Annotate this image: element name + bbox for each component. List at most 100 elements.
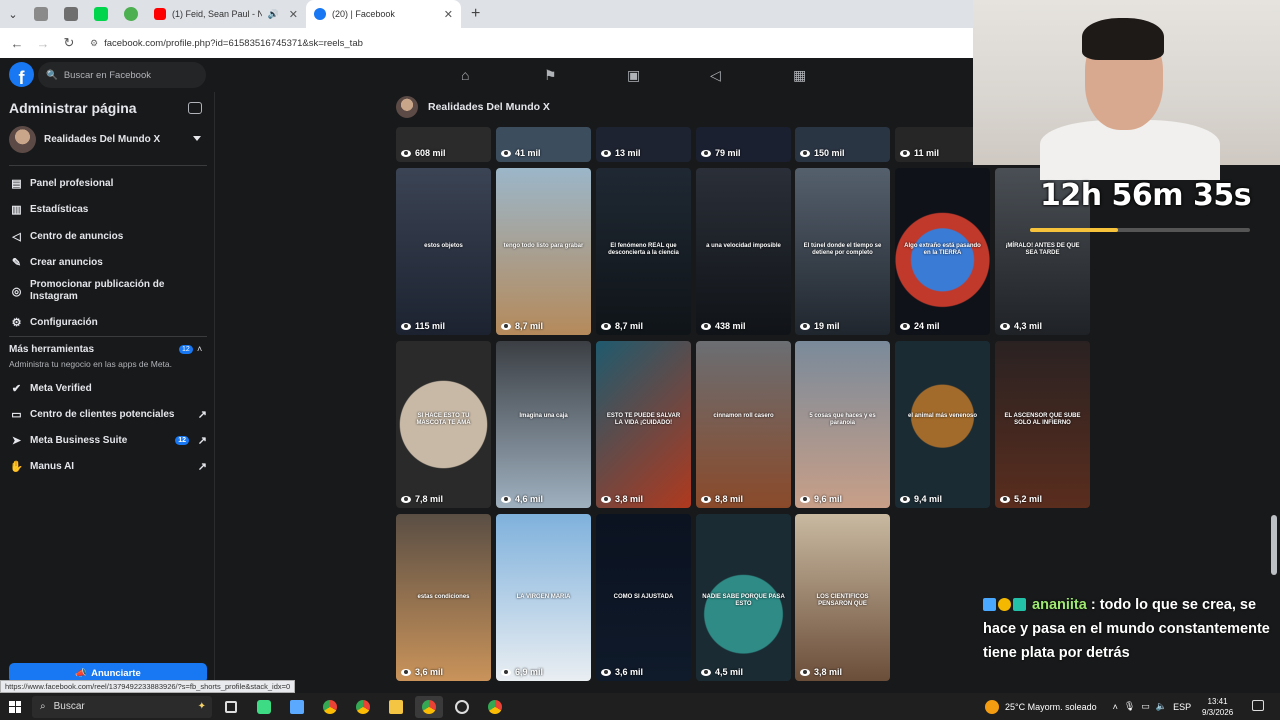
- reel-view-count: 79 mil: [701, 148, 741, 158]
- reel-thumbnail[interactable]: 608 mil: [396, 127, 491, 162]
- leads-icon: ▭: [11, 409, 22, 421]
- reel-thumbnail[interactable]: LA VIRGEN MARIA 6,9 mil: [496, 514, 591, 681]
- chevron-down-icon[interactable]: [193, 136, 201, 141]
- reel-thumbnail[interactable]: el animal más venenoso 9,4 mil: [895, 341, 990, 508]
- view-count-text: 4,3 mil: [1014, 321, 1043, 331]
- sidebar-item-meta-verified[interactable]: ✔ Meta Verified: [9, 381, 207, 396]
- reel-caption: estas condiciones: [417, 594, 470, 600]
- app-icon[interactable]: [283, 696, 311, 718]
- reel-view-count: 608 mil: [401, 148, 446, 158]
- sidebar-item-business-suite[interactable]: ➤ Meta Business Suite 12 ↗: [9, 433, 207, 448]
- chevron-up-icon[interactable]: ˄: [1113, 702, 1118, 712]
- reel-thumbnail[interactable]: estas condiciones 3,6 mil: [396, 514, 491, 681]
- sidebar-item-manus-ai[interactable]: ✋ Manus AI ↗: [9, 459, 207, 474]
- sidebar-item-promote-instagram[interactable]: ◎ Promocionar publicación de Instagram: [9, 279, 207, 303]
- more-tools-subtitle: Administra tu negocio en las apps de Met…: [9, 359, 173, 369]
- megaphone-icon[interactable]: ◁: [704, 64, 787, 86]
- app-icon[interactable]: [250, 696, 278, 718]
- taskbar-clock[interactable]: 13:41 9/3/2026: [1202, 696, 1233, 718]
- folder-icon[interactable]: [382, 696, 410, 718]
- reel-thumbnail[interactable]: estos objetos 115 mil: [396, 168, 491, 335]
- reel-thumbnail[interactable]: COMO SI AJUSTADA 3,6 mil: [596, 514, 691, 681]
- view-count-text: 150 mil: [814, 148, 845, 158]
- video-icon[interactable]: ▣: [621, 64, 704, 86]
- new-tab-button[interactable]: +: [461, 5, 490, 23]
- sidebar-item-settings[interactable]: ⚙ Configuración: [9, 315, 207, 330]
- view-count-text: 24 mil: [914, 321, 940, 331]
- sidebar-item-create-ads[interactable]: ✎ Crear anuncios: [9, 255, 207, 270]
- task-view-icon[interactable]: [217, 696, 245, 718]
- reel-thumbnail[interactable]: 13 mil: [596, 127, 691, 162]
- chevron-up-icon[interactable]: ˄: [197, 344, 202, 354]
- eye-icon: [900, 149, 910, 157]
- obs-icon[interactable]: [448, 696, 476, 718]
- chrome-icon[interactable]: [316, 696, 344, 718]
- reel-thumbnail[interactable]: SI HACE ESTO TU MASCOTA TE AMA 7,8 mil: [396, 341, 491, 508]
- reel-thumbnail[interactable]: Imagina una caja 4,6 mil: [496, 341, 591, 508]
- reel-thumbnail[interactable]: El fenómeno REAL que desconcierta a la c…: [596, 168, 691, 335]
- url-field[interactable]: ⚙ facebook.com/profile.php?id=6158351674…: [90, 32, 363, 54]
- tab-facebook[interactable]: (20) | Facebook ✕: [306, 0, 461, 28]
- reels-page-header: Realidades Del Mundo X: [396, 96, 550, 118]
- notifications-icon[interactable]: [1252, 700, 1264, 711]
- microphone-icon[interactable]: 🎙: [1124, 701, 1135, 712]
- reel-thumbnail[interactable]: ESTO TE PUEDE SALVAR LA VIDA ¡CUIDADO! 3,…: [596, 341, 691, 508]
- sidebar-item-ad-center[interactable]: ◁ Centro de anuncios: [9, 229, 207, 244]
- taskbar-search[interactable]: ⌕ Buscar ✦: [32, 695, 212, 718]
- reel-thumbnail[interactable]: El túnel donde el tiempo se detiene por …: [795, 168, 890, 335]
- facebook-search-input[interactable]: 🔍 Buscar en Facebook: [38, 62, 206, 88]
- sidebar-item-leads-center[interactable]: ▭ Centro de clientes potenciales ↗: [9, 407, 207, 422]
- flag-icon[interactable]: ⚑: [538, 64, 621, 86]
- tab-youtube[interactable]: (1) Feid, Sean Paul - Niña B... 🔊 ✕: [146, 0, 306, 28]
- reel-thumbnail[interactable]: 41 mil: [496, 127, 591, 162]
- tab-search-icon[interactable]: ⌄: [0, 0, 26, 28]
- pinned-tab[interactable]: [86, 0, 116, 28]
- reel-thumbnail[interactable]: NADIE SABE PORQUE PASA ESTO 4,5 mil: [696, 514, 791, 681]
- reload-icon[interactable]: ↻: [58, 32, 80, 54]
- page-switcher[interactable]: Realidades Del Mundo X: [9, 126, 160, 153]
- reel-caption: cinnamon roll casero: [713, 413, 774, 419]
- home-icon[interactable]: ⌂: [455, 64, 538, 86]
- facebook-logo[interactable]: f: [9, 62, 34, 87]
- back-icon[interactable]: ←: [6, 32, 28, 54]
- search-icon: ⌕: [40, 701, 46, 712]
- chrome-icon[interactable]: [415, 695, 443, 718]
- pinned-tab[interactable]: [116, 0, 146, 28]
- scrollbar-thumb[interactable]: [1271, 515, 1277, 575]
- sidebar-item-panel[interactable]: ▤ Panel profesional: [9, 176, 207, 191]
- stats-icon: ▥: [11, 204, 22, 216]
- eye-icon: [401, 495, 411, 503]
- marketplace-icon[interactable]: ▦: [787, 64, 870, 86]
- volume-icon[interactable]: 🔈: [1156, 701, 1167, 712]
- sidebar-item-stats[interactable]: ▥ Estadísticas: [9, 202, 207, 217]
- reel-thumbnail[interactable]: 79 mil: [696, 127, 791, 162]
- pinned-tab[interactable]: [56, 0, 86, 28]
- reel-thumbnail[interactable]: tengo todo listo para grabar 8,7 mil: [496, 168, 591, 335]
- search-icon: 🔍: [46, 69, 58, 81]
- more-tools-heading[interactable]: Más herramientas: [9, 344, 94, 355]
- chrome-icon[interactable]: [349, 696, 377, 718]
- chrome-icon[interactable]: [481, 696, 509, 718]
- reel-thumbnail[interactable]: EL ASCENSOR QUE SUBE SOLO AL INFIERNO 5,2…: [995, 341, 1090, 508]
- page-name[interactable]: Realidades Del Mundo X: [428, 101, 550, 113]
- taskbar-search-label: Buscar: [53, 701, 85, 712]
- forward-icon[interactable]: →: [32, 32, 54, 54]
- start-button[interactable]: [0, 700, 30, 713]
- network-icon[interactable]: ▭: [1141, 701, 1150, 712]
- language-indicator[interactable]: ESP: [1173, 702, 1191, 712]
- site-info-icon[interactable]: ⚙: [90, 38, 98, 49]
- weather-text[interactable]: 25°C Mayorm. soleado: [1005, 702, 1097, 712]
- tab-close-icon[interactable]: ✕: [444, 8, 453, 21]
- reel-thumbnail[interactable]: Algo extraño está pasando en la TIERRA 24…: [895, 168, 990, 335]
- reel-thumbnail[interactable]: cinnamon roll casero 8,8 mil: [696, 341, 791, 508]
- tab-close-icon[interactable]: ✕: [289, 8, 298, 21]
- speaker-icon[interactable]: 🔊: [268, 9, 279, 20]
- collapse-sidebar-icon[interactable]: [188, 102, 202, 114]
- page-avatar[interactable]: [396, 96, 418, 118]
- reel-thumbnail[interactable]: 5 cosas que haces y es paranoia 9,6 mil: [795, 341, 890, 508]
- reel-thumbnail[interactable]: 150 mil: [795, 127, 890, 162]
- reel-thumbnail[interactable]: LOS CIENTIFICOS PENSARON QUE 3,8 mil: [795, 514, 890, 681]
- business-suite-icon: ➤: [11, 435, 22, 447]
- reel-thumbnail[interactable]: a una velocidad imposible 438 mil: [696, 168, 791, 335]
- pinned-tab[interactable]: [26, 0, 56, 28]
